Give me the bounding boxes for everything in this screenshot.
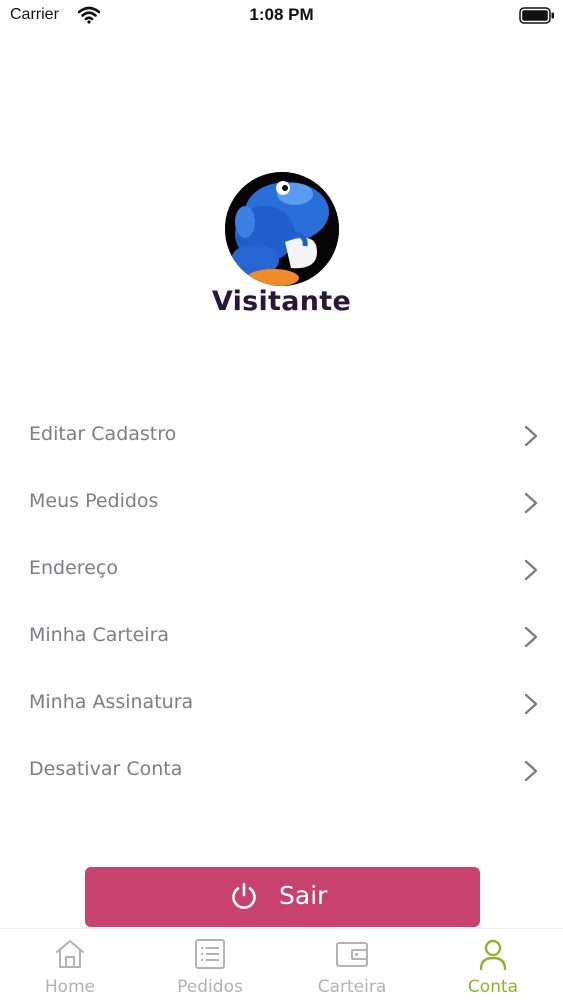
- home-icon: [56, 940, 84, 968]
- menu-item-my-wallet[interactable]: Minha Carteira: [0, 603, 563, 670]
- menu-item-label: Minha Carteira: [29, 624, 170, 646]
- menu-item-label: Endereço: [29, 557, 118, 579]
- status-time: 1:08 PM: [249, 5, 314, 24]
- power-icon: [232, 882, 256, 909]
- avatar: [225, 172, 339, 286]
- chevron-right-icon: [524, 626, 538, 648]
- menu-item-label: Editar Cadastro: [29, 423, 177, 445]
- chevron-right-icon: [524, 425, 538, 447]
- menu-item-label: Meus Pedidos: [29, 490, 159, 512]
- wallet-icon: [336, 942, 368, 967]
- chevron-right-icon: [524, 492, 538, 514]
- logout-button[interactable]: Sair: [85, 867, 480, 927]
- tab-wallet[interactable]: Carteira: [282, 929, 422, 1000]
- tab-label: Pedidos: [177, 977, 243, 997]
- logout-label: Sair: [279, 881, 328, 910]
- list-icon: [195, 939, 225, 969]
- profile-name: Visitante: [211, 286, 352, 317]
- menu-item-edit-profile[interactable]: Editar Cadastro: [0, 402, 563, 469]
- menu-item-label: Desativar Conta: [29, 758, 183, 780]
- account-menu: Editar Cadastro Meus Pedidos Endereço Mi…: [0, 402, 563, 804]
- tab-bar: Home Pedidos Carteira Conta: [0, 928, 563, 1000]
- tab-home[interactable]: Home: [0, 929, 140, 1000]
- menu-item-deactivate-account[interactable]: Desativar Conta: [0, 737, 563, 804]
- menu-item-my-orders[interactable]: Meus Pedidos: [0, 469, 563, 536]
- tab-label: Conta: [467, 977, 519, 997]
- tab-label: Home: [44, 977, 96, 997]
- menu-item-address[interactable]: Endereço: [0, 536, 563, 603]
- chevron-right-icon: [524, 559, 538, 581]
- chevron-right-icon: [524, 693, 538, 715]
- menu-item-label: Minha Assinatura: [29, 691, 194, 713]
- user-icon: [479, 939, 507, 971]
- avatar-image: [225, 172, 339, 286]
- chevron-right-icon: [524, 760, 538, 782]
- tab-orders[interactable]: Pedidos: [140, 929, 280, 1000]
- status-bar: Carrier 1:08 PM: [0, 0, 563, 34]
- menu-item-my-subscription[interactable]: Minha Assinatura: [0, 670, 563, 737]
- tab-label: Carteira: [317, 977, 387, 997]
- tab-account[interactable]: Conta: [423, 929, 563, 1000]
- battery-icon: [519, 7, 554, 24]
